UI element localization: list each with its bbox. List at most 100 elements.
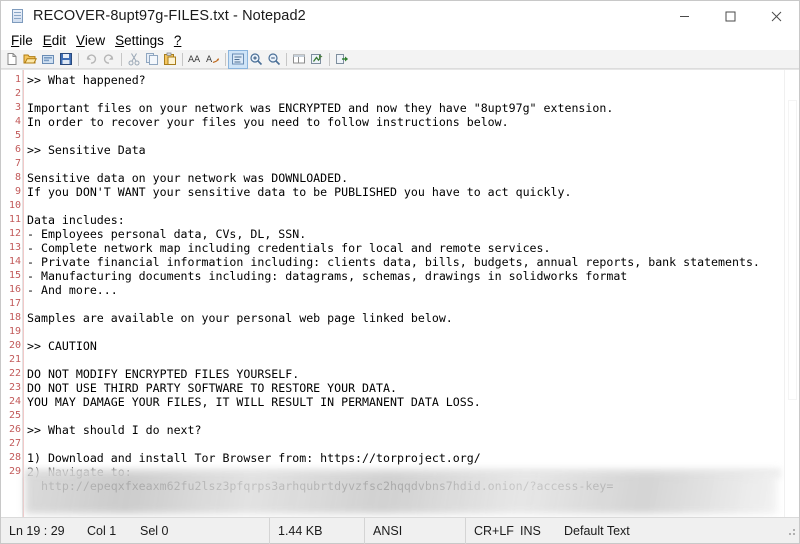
paste-icon [161, 51, 179, 68]
status-line-endings[interactable]: CR+LF [466, 518, 518, 544]
open-file-icon[interactable] [21, 51, 39, 68]
code-line: Important files on your network was ENCR… [27, 101, 614, 115]
code-line: >> What happened? [27, 73, 146, 87]
line-number: 2 [14, 88, 21, 99]
line-number: 8 [14, 172, 21, 183]
line-number: 9 [14, 186, 21, 197]
resize-grip-icon[interactable] [785, 525, 797, 537]
menu-edit[interactable]: Edit [38, 33, 71, 48]
line-number: 4 [14, 116, 21, 127]
code-line: YOU MAY DAMAGE YOUR FILES, IT WILL RESUL… [27, 395, 481, 409]
menu-view-accel: V [76, 33, 85, 48]
close-button[interactable] [753, 1, 799, 31]
menu-file-label: ile [19, 33, 33, 48]
status-file-size: 1.44 KB [278, 523, 323, 538]
menu-edit-accel: E [42, 33, 52, 48]
toolbar-separator [182, 52, 183, 66]
code-line: Data includes: [27, 213, 125, 227]
line-number: 22 [8, 368, 21, 379]
menu-settings-label: ettings [124, 33, 164, 48]
line-number: 15 [8, 270, 21, 281]
line-number: 1 [14, 74, 21, 85]
cut-icon [125, 51, 143, 68]
vertical-scrollbar[interactable] [784, 70, 799, 517]
menu-view[interactable]: View [71, 33, 110, 48]
menu-file[interactable]: File [6, 33, 38, 48]
line-number: 25 [8, 410, 21, 421]
editor-area[interactable]: 1 2 3 4 5 6 7 8 9 10 11 12 13 14 15 16 17 18 19 20 21 22 23 24 2… [1, 69, 799, 517]
find-icon[interactable]: AA [186, 51, 204, 68]
status-line-position: Ln 19 : 29 [9, 523, 65, 538]
line-number: 12 [8, 228, 21, 239]
word-wrap-icon[interactable] [228, 49, 248, 69]
status-insert-mode[interactable]: INS [518, 518, 556, 544]
file-encoding-icon[interactable] [308, 51, 326, 68]
line-number: 28 [8, 452, 21, 463]
menu-help[interactable]: ? [169, 33, 187, 48]
toolbar: AA A [1, 49, 799, 69]
code-line: If you DON'T WANT your sensitive data to… [27, 185, 572, 199]
line-number: 20 [8, 340, 21, 351]
launch-icon[interactable] [333, 51, 351, 68]
status-scheme[interactable]: Default Text [556, 518, 630, 544]
window-controls [661, 1, 799, 31]
window-title: RECOVER-8upt97g-FILES.txt - Notepad2 [33, 8, 306, 24]
code-line: DO NOT MODIFY ENCRYPTED FILES YOURSELF. [27, 367, 300, 381]
line-number: 17 [8, 298, 21, 309]
svg-text:A: A [206, 55, 213, 65]
line-number: 21 [8, 354, 21, 365]
maximize-button[interactable] [707, 1, 753, 31]
line-number: 18 [8, 312, 21, 323]
line-number: 27 [8, 438, 21, 449]
copy-icon [143, 51, 161, 68]
menu-settings-accel: S [115, 33, 125, 48]
code-line: In order to recover your files you need … [27, 115, 509, 129]
code-line: - Employees personal data, CVs, DL, SSN. [27, 227, 307, 241]
new-file-icon[interactable] [3, 51, 21, 68]
code-line: - Manufacturing documents including: dat… [27, 269, 628, 283]
line-number: 29 [8, 466, 21, 477]
menu-help-accel: ? [173, 33, 182, 48]
code-line: >> What should I do next? [27, 423, 202, 437]
blurred-redaction [25, 472, 777, 514]
toggle-whitespace-icon[interactable] [290, 51, 308, 68]
title-bar: RECOVER-8upt97g-FILES.txt - Notepad2 [1, 1, 799, 31]
status-selection: Sel 0 [140, 523, 169, 538]
line-number: 16 [8, 284, 21, 295]
open-recent-icon[interactable] [39, 51, 57, 68]
code-line: - And more... [27, 283, 118, 297]
toolbar-separator [225, 52, 226, 66]
line-number: 7 [14, 158, 21, 169]
menu-view-label: iew [84, 33, 106, 48]
status-column: Col 1 [87, 523, 117, 538]
document-icon [10, 8, 26, 24]
line-number: 23 [8, 382, 21, 393]
line-number: 26 [8, 424, 21, 435]
zoom-in-icon[interactable] [247, 51, 265, 68]
menu-edit-label: dit [51, 33, 67, 48]
replace-icon[interactable]: A [204, 51, 222, 68]
code-line: DO NOT USE THIRD PARTY SOFTWARE TO RESTO… [27, 381, 397, 395]
text-content[interactable]: >> What happened? Important files on you… [24, 70, 799, 517]
toolbar-separator [329, 52, 330, 66]
code-line: Sensitive data on your network was DOWNL… [27, 171, 349, 185]
code-line: - Private financial information includin… [27, 255, 760, 269]
scrollbar-thumb[interactable] [788, 100, 797, 400]
minimize-button[interactable] [661, 1, 707, 31]
redo-icon [100, 51, 118, 68]
status-encoding[interactable]: ANSI [365, 518, 465, 544]
zoom-out-icon[interactable] [265, 51, 283, 68]
line-number: 13 [8, 242, 21, 253]
toolbar-separator [121, 52, 122, 66]
svg-text:A: A [194, 55, 201, 65]
menu-settings[interactable]: Settings [110, 33, 169, 48]
line-number: 11 [8, 214, 21, 225]
code-line: >> Sensitive Data [27, 143, 146, 157]
save-file-icon[interactable] [57, 51, 75, 68]
notepad2-window: RECOVER-8upt97g-FILES.txt - Notepad2 Fil… [0, 0, 800, 544]
